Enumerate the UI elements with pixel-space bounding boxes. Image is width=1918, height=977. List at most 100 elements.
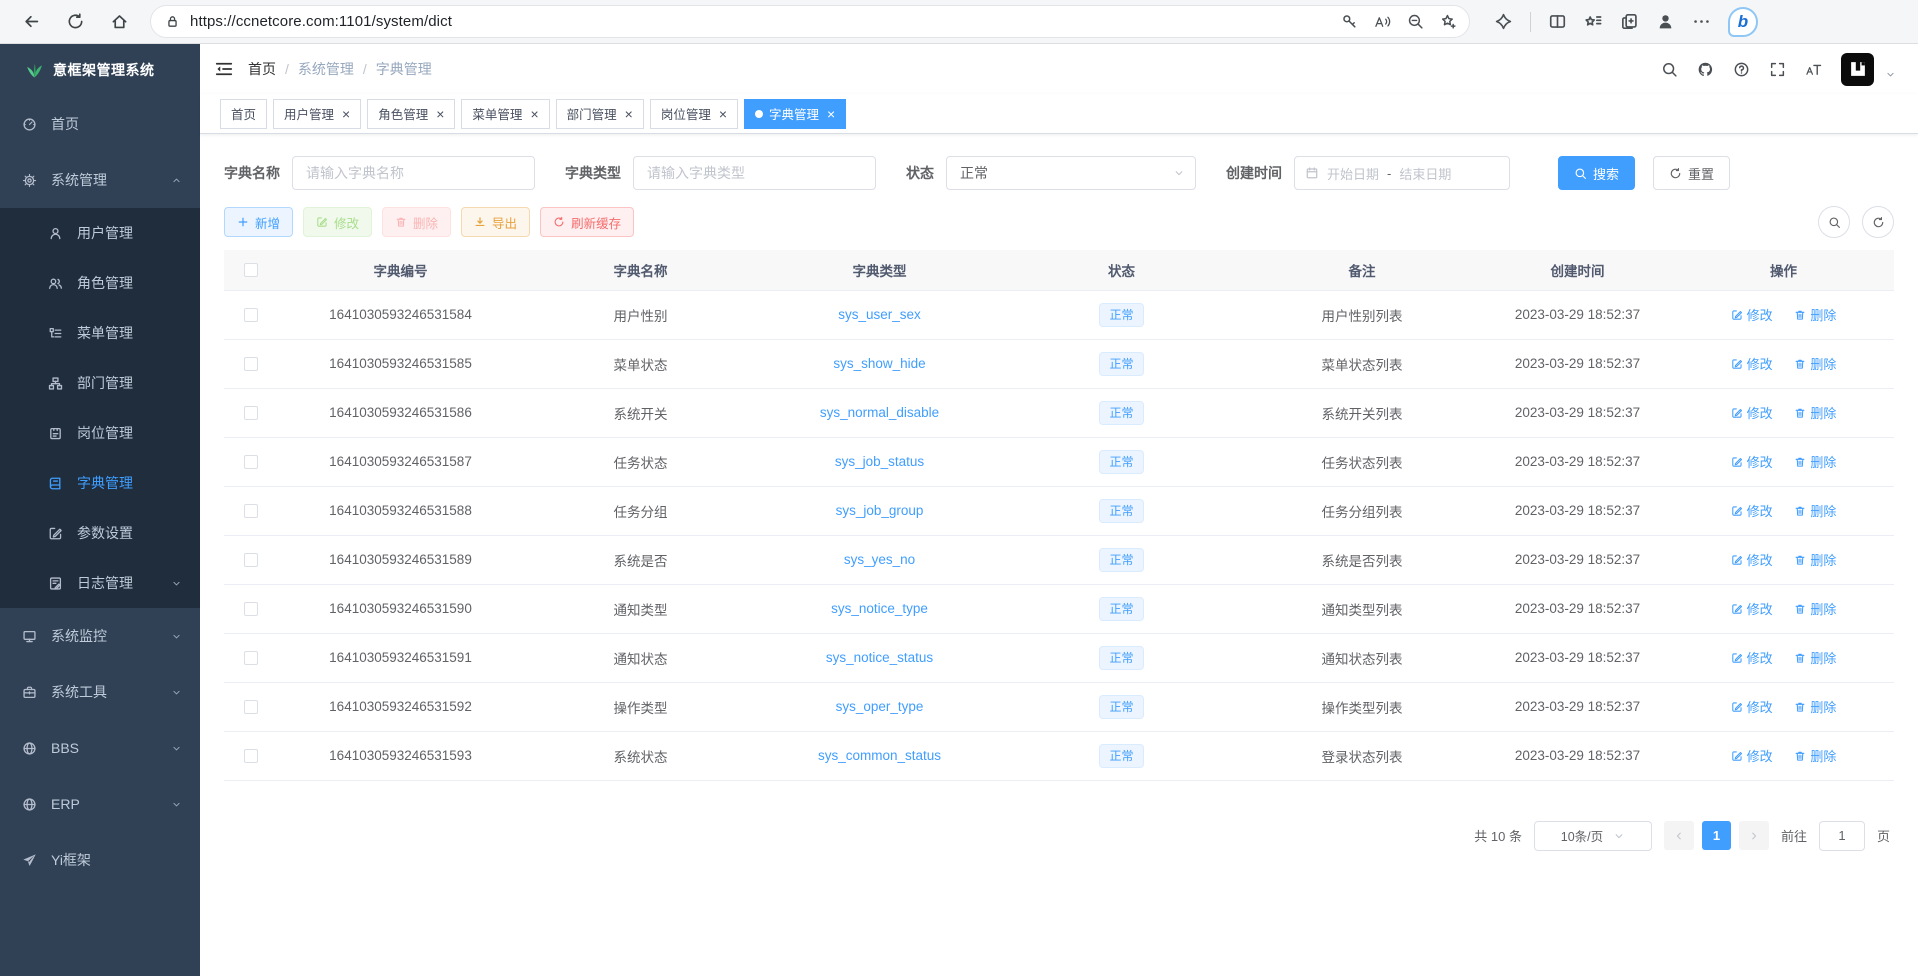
page-size-select[interactable]: 10条/页 [1534, 821, 1652, 851]
dict-type-link[interactable]: sys_job_group [836, 503, 924, 518]
split-icon[interactable] [1548, 12, 1567, 31]
sidebar-item[interactable]: 参数设置 [0, 508, 200, 558]
reload-icon[interactable] [66, 12, 85, 31]
sidebar-item[interactable]: 日志管理 [0, 558, 200, 608]
dict-type-link[interactable]: sys_yes_no [844, 552, 915, 567]
row-delete-link[interactable]: 删除 [1794, 403, 1836, 422]
row-delete-link[interactable]: 删除 [1794, 697, 1836, 716]
sidebar-item[interactable]: 系统管理 [0, 152, 200, 208]
select-all-checkbox[interactable] [244, 263, 258, 277]
address-bar[interactable]: https://ccnetcore.com:1101/system/dict [150, 5, 1470, 38]
delete-button[interactable]: 删除 [382, 207, 451, 237]
row-checkbox[interactable] [244, 455, 258, 469]
status-select[interactable]: 正常 [946, 156, 1196, 190]
close-icon[interactable]: × [827, 107, 835, 121]
sidebar-item[interactable]: 系统工具 [0, 664, 200, 720]
row-checkbox[interactable] [244, 406, 258, 420]
person-fill-icon[interactable] [1656, 12, 1675, 31]
row-delete-link[interactable]: 删除 [1794, 354, 1836, 373]
sidebar-item[interactable]: 角色管理 [0, 258, 200, 308]
view-tab[interactable]: 首页 × [220, 99, 267, 129]
next-page-button[interactable] [1739, 821, 1769, 850]
row-checkbox[interactable] [244, 357, 258, 371]
row-checkbox[interactable] [244, 700, 258, 714]
close-icon[interactable]: × [625, 107, 633, 121]
sidebar-item[interactable]: 系统监控 [0, 608, 200, 664]
page-number-1[interactable]: 1 [1702, 821, 1731, 850]
export-button[interactable]: 导出 [461, 207, 530, 237]
row-edit-link[interactable]: 修改 [1731, 550, 1773, 569]
date-range-picker[interactable]: 开始日期 - 结束日期 [1294, 156, 1510, 190]
reset-button[interactable]: 重置 [1653, 156, 1730, 190]
row-edit-link[interactable]: 修改 [1731, 599, 1773, 618]
search-icon[interactable] [1661, 61, 1678, 78]
view-tab[interactable]: 岗位管理 × [650, 99, 738, 129]
view-tab[interactable]: 角色管理 × [367, 99, 455, 129]
edit-button[interactable]: 修改 [303, 207, 372, 237]
row-checkbox[interactable] [244, 749, 258, 763]
row-checkbox[interactable] [244, 504, 258, 518]
show-search-toggle[interactable] [1818, 206, 1850, 238]
prev-page-button[interactable] [1664, 821, 1694, 850]
row-checkbox[interactable] [244, 308, 258, 322]
collections-icon[interactable] [1584, 12, 1603, 31]
row-delete-link[interactable]: 删除 [1794, 550, 1836, 569]
view-tab[interactable]: 部门管理 × [556, 99, 644, 129]
row-edit-link[interactable]: 修改 [1731, 403, 1773, 422]
key-icon[interactable] [1341, 13, 1358, 30]
row-delete-link[interactable]: 删除 [1794, 452, 1836, 471]
sidebar-item[interactable]: ERP [0, 776, 200, 832]
close-icon[interactable]: × [719, 107, 727, 121]
row-checkbox[interactable] [244, 602, 258, 616]
url-text[interactable]: https://ccnetcore.com:1101/system/dict [190, 13, 1331, 30]
view-tab[interactable]: 字典管理 × [744, 99, 846, 129]
close-icon[interactable]: × [342, 107, 350, 121]
user-avatar[interactable] [1841, 53, 1874, 86]
sidebar-item[interactable]: 岗位管理 [0, 408, 200, 458]
search-button[interactable]: 搜索 [1558, 156, 1635, 190]
dict-type-link[interactable]: sys_common_status [818, 748, 941, 763]
sidebar-item[interactable]: 用户管理 [0, 208, 200, 258]
zoom-out-icon[interactable] [1407, 13, 1424, 30]
row-edit-link[interactable]: 修改 [1731, 746, 1773, 765]
row-edit-link[interactable]: 修改 [1731, 452, 1773, 471]
dict-type-link[interactable]: sys_notice_status [826, 650, 933, 665]
refresh-table-button[interactable] [1862, 206, 1894, 238]
dict-type-link[interactable]: sys_job_status [835, 454, 924, 469]
view-tab[interactable]: 用户管理 × [273, 99, 361, 129]
github-icon[interactable] [1697, 61, 1714, 78]
dict-type-link[interactable]: sys_show_hide [833, 356, 925, 371]
dict-type-link[interactable]: sys_normal_disable [820, 405, 939, 420]
question-icon[interactable] [1733, 61, 1750, 78]
row-delete-link[interactable]: 删除 [1794, 599, 1836, 618]
dict-type-link[interactable]: sys_notice_type [831, 601, 928, 616]
row-delete-link[interactable]: 删除 [1794, 746, 1836, 765]
bing-chat-icon[interactable]: b [1728, 7, 1758, 37]
dict-type-input[interactable] [633, 156, 876, 190]
shapes-icon[interactable] [1494, 12, 1513, 31]
home-icon[interactable] [110, 12, 129, 31]
copy-plus-icon[interactable] [1620, 12, 1639, 31]
app-logo[interactable]: 意框架管理系统 [0, 44, 200, 96]
row-delete-link[interactable]: 删除 [1794, 501, 1836, 520]
dict-name-input[interactable] [292, 156, 535, 190]
row-edit-link[interactable]: 修改 [1731, 501, 1773, 520]
back-icon[interactable] [22, 12, 41, 31]
row-checkbox[interactable] [244, 553, 258, 567]
sidebar-item[interactable]: 字典管理 [0, 458, 200, 508]
dict-type-link[interactable]: sys_oper_type [836, 699, 924, 714]
breadcrumb-home[interactable]: 首页 [248, 59, 276, 79]
row-delete-link[interactable]: 删除 [1794, 305, 1836, 324]
sidebar-item[interactable]: Yi框架 [0, 832, 200, 888]
row-edit-link[interactable]: 修改 [1731, 354, 1773, 373]
fullscreen-icon[interactable] [1769, 61, 1786, 78]
row-edit-link[interactable]: 修改 [1731, 697, 1773, 716]
row-edit-link[interactable]: 修改 [1731, 305, 1773, 324]
close-icon[interactable]: × [530, 107, 538, 121]
row-edit-link[interactable]: 修改 [1731, 648, 1773, 667]
sidebar-item[interactable]: 菜单管理 [0, 308, 200, 358]
avatar-caret-icon[interactable] [1885, 69, 1896, 80]
dots-icon[interactable] [1692, 12, 1711, 31]
close-icon[interactable]: × [436, 107, 444, 121]
font-size-icon[interactable] [1805, 61, 1822, 78]
